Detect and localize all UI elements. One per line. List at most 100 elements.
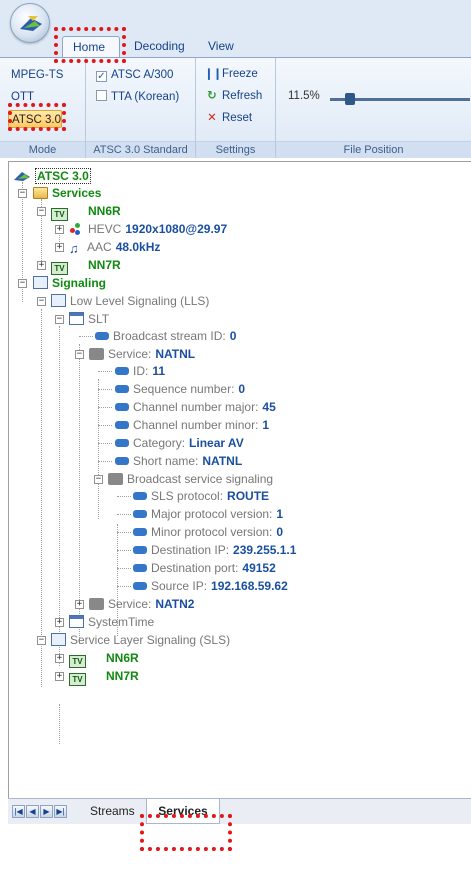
bsid-value: 0: [229, 329, 237, 343]
app-menu-button[interactable]: [10, 3, 50, 43]
mode-atsc3-button[interactable]: ATSC 3.0: [8, 110, 62, 128]
tree-node-sls-nn7r[interactable]: TV NN7R: [69, 668, 139, 686]
bsid-label: Broadcast stream ID:: [113, 329, 226, 343]
tree-node-aac[interactable]: ♫ AAC 48.0kHz: [69, 239, 160, 256]
tv-icon: TV: [51, 262, 68, 275]
field-value: 45: [262, 400, 276, 414]
tree-node-field[interactable]: Short name: NATNL: [115, 453, 242, 469]
tree-connector: [98, 379, 99, 519]
stream-tree[interactable]: ATSC 3.0 − Services − TV NN6R + HEVC 1920x…: [8, 161, 471, 798]
tree-node-field[interactable]: Category: Linear AV: [115, 435, 244, 451]
tree-node-lls[interactable]: Low Level Signaling (LLS): [51, 293, 209, 309]
pause-icon: ❙❙: [204, 68, 222, 80]
expand-icon[interactable]: +: [55, 243, 64, 252]
ribbon: Home Decoding View MPEG-TS OTT ATSC 3.0 …: [0, 0, 471, 158]
tree-node-broadcast-service-signaling[interactable]: Broadcast service signaling: [108, 471, 273, 487]
services-folder-icon: [33, 187, 48, 199]
tree-node-sls-nn6r[interactable]: TV NN6R: [69, 650, 139, 668]
tree-node-field[interactable]: SLS protocol: ROUTE: [133, 488, 269, 504]
tree-node-field[interactable]: Source IP: 192.168.59.62: [133, 578, 288, 594]
next-page-icon[interactable]: ▶: [40, 805, 53, 818]
tree-node-broadcast-stream-id[interactable]: Broadcast stream ID: 0: [95, 328, 236, 344]
tree-node-service-natn2[interactable]: Service: NATN2: [89, 596, 194, 612]
lls-label: Low Level Signaling (LLS): [70, 294, 210, 308]
atsc-logo-icon: [14, 172, 30, 181]
tab-home[interactable]: Home: [62, 36, 120, 57]
tree-node-field[interactable]: Sequence number: 0: [115, 381, 245, 397]
tree-node-service-nn6r[interactable]: TV NN6R: [51, 203, 121, 221]
tree-node-signaling[interactable]: Signaling: [33, 275, 106, 291]
reset-button[interactable]: ✕ Reset: [204, 108, 252, 128]
tree-node-hevc[interactable]: HEVC 1920x1080@29.97: [69, 221, 227, 237]
mode-mpegts-button[interactable]: MPEG-TS: [8, 66, 78, 84]
field-icon: [133, 528, 147, 536]
tab-view[interactable]: View: [198, 36, 244, 57]
tree-root-node[interactable]: ATSC 3.0: [13, 168, 91, 184]
tree-node-field[interactable]: ID: 11: [115, 363, 165, 379]
checkbox-unchecked-icon: [96, 90, 107, 101]
first-page-icon[interactable]: |◀: [12, 805, 25, 818]
sls-label: Service Layer Signaling (SLS): [70, 633, 231, 647]
collapse-icon[interactable]: −: [37, 636, 46, 645]
service1-label: Service:: [108, 347, 152, 361]
field-label: Destination port:: [151, 561, 239, 575]
tree-node-field[interactable]: Channel number minor: 1: [115, 417, 269, 433]
field-icon: [115, 457, 129, 465]
tree-node-field[interactable]: Channel number major: 45: [115, 399, 276, 415]
video-stream-icon: [69, 222, 84, 235]
table-window-icon: [69, 312, 84, 325]
tree-node-sls[interactable]: Service Layer Signaling (SLS): [51, 632, 230, 648]
field-label: Short name:: [133, 454, 199, 468]
service-nn6r-label: NN6R: [88, 204, 121, 218]
field-value: 192.168.59.62: [211, 579, 288, 593]
collapse-icon[interactable]: −: [37, 297, 46, 306]
settings-group: ❙❙Freeze ↻ Refresh ✕ Reset Settings: [196, 58, 276, 158]
collapse-icon[interactable]: −: [75, 350, 84, 359]
expand-icon[interactable]: +: [55, 672, 64, 681]
freeze-button[interactable]: ❙❙Freeze: [204, 64, 258, 84]
collapse-icon[interactable]: −: [94, 475, 103, 484]
tab-decoding[interactable]: Decoding: [124, 36, 195, 57]
field-value: 11: [152, 364, 166, 378]
last-page-icon[interactable]: ▶|: [54, 805, 67, 818]
hevc-value: 1920x1080@29.97: [125, 222, 228, 236]
field-label: Channel number minor:: [133, 418, 259, 432]
field-label: Channel number major:: [133, 400, 259, 414]
tree-connector: [98, 425, 112, 426]
expand-icon[interactable]: +: [55, 225, 64, 234]
refresh-label: Refresh: [222, 90, 263, 102]
tree-node-services[interactable]: Services: [33, 185, 101, 201]
expand-icon[interactable]: +: [55, 654, 64, 663]
tree-node-slt[interactable]: SLT: [69, 311, 109, 327]
tab-streams[interactable]: Streams: [84, 799, 141, 824]
atsc-a300-checkbox[interactable]: ✓ ATSC A/300: [96, 66, 173, 84]
collapse-icon[interactable]: −: [18, 189, 27, 198]
service-icon: [89, 348, 104, 360]
prev-page-icon[interactable]: ◀: [26, 805, 39, 818]
tree-node-systemtime[interactable]: SystemTime: [69, 614, 154, 630]
collapse-icon[interactable]: −: [55, 315, 64, 324]
field-label: Sequence number:: [133, 382, 235, 396]
tree-node-field[interactable]: Destination port: 49152: [133, 560, 276, 576]
expand-icon[interactable]: +: [75, 600, 84, 609]
collapse-icon[interactable]: −: [37, 207, 46, 216]
expand-icon[interactable]: +: [55, 618, 64, 627]
tree-node-field[interactable]: Major protocol version: 1: [133, 506, 283, 522]
hevc-label: HEVC: [88, 222, 122, 236]
refresh-button[interactable]: ↻ Refresh: [204, 86, 262, 106]
tree-connector: [117, 568, 131, 569]
tree-node-field[interactable]: Minor protocol version: 0: [133, 524, 283, 540]
tree-node-field[interactable]: Destination IP: 239.255.1.1: [133, 542, 296, 558]
tta-korean-label: TTA (Korean): [111, 91, 180, 103]
tree-node-service-nn7r[interactable]: TV NN7R: [51, 257, 121, 275]
mode-ott-button[interactable]: OTT: [8, 88, 78, 106]
collapse-icon[interactable]: −: [18, 279, 27, 288]
mode-group: MPEG-TS OTT ATSC 3.0 Mode: [0, 58, 86, 158]
file-position-value: 11.5%: [288, 90, 320, 102]
tab-services[interactable]: Services: [146, 799, 220, 824]
tta-korean-checkbox[interactable]: TTA (Korean): [96, 88, 179, 106]
expand-icon[interactable]: +: [37, 261, 46, 270]
file-position-slider-thumb[interactable]: [344, 93, 355, 105]
signaling-icon: [51, 294, 66, 307]
tree-node-service-natnl[interactable]: Service: NATNL: [89, 346, 195, 362]
